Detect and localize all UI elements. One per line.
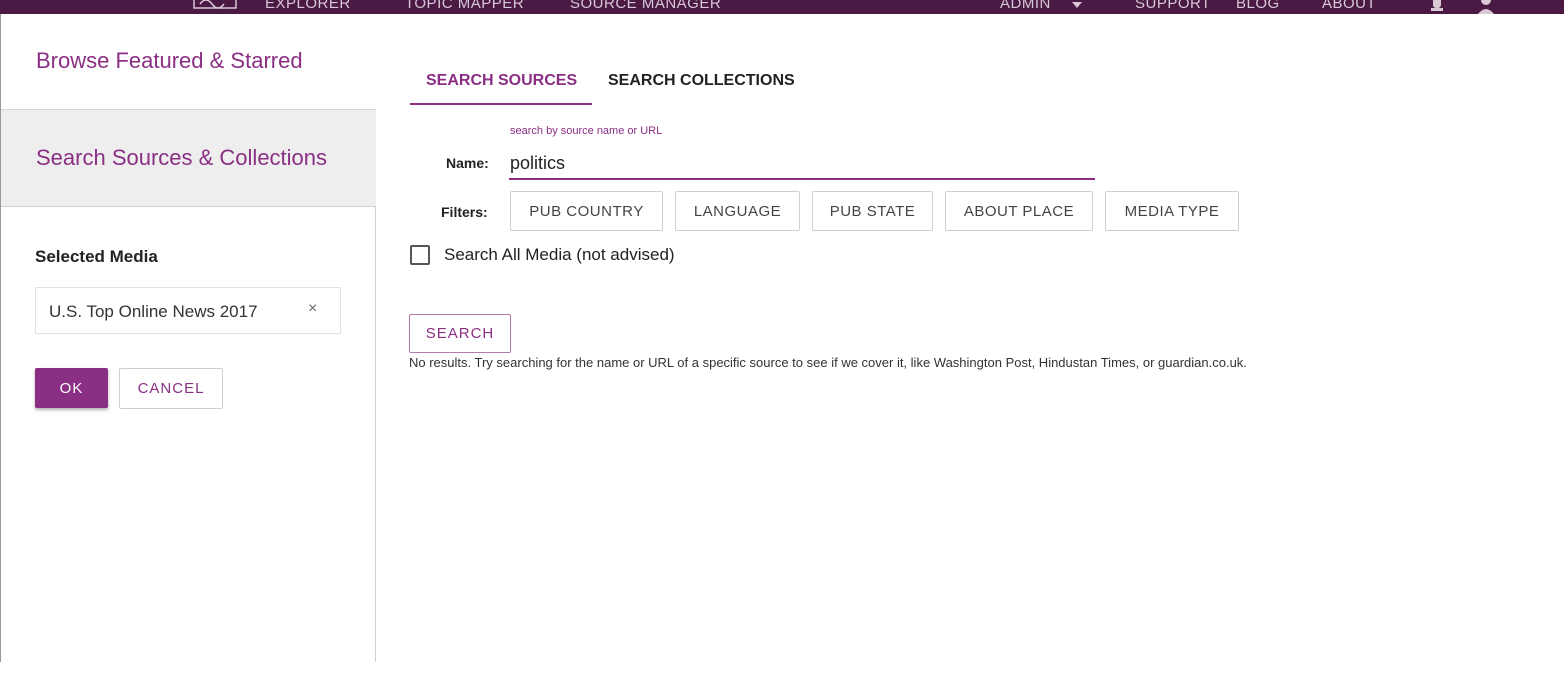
sidebar-item-label: Browse Featured & Starred [36,48,303,73]
sidebar-item-search-sources[interactable]: Search Sources & Collections [1,110,376,207]
name-field-hint: search by source name or URL [510,125,663,137]
selected-media-name: U.S. Top Online News 2017 [49,302,258,321]
selected-media-item: U.S. Top Online News 2017 × [35,287,341,334]
nav-explorer[interactable]: EXPLORER [265,0,351,12]
filter-pub-state-button[interactable]: PUB STATE [812,191,933,231]
filter-language-button[interactable]: LANGUAGE [675,191,800,231]
tab-search-collections[interactable]: SEARCH COLLECTIONS [608,72,795,90]
tab-search-sources[interactable]: SEARCH SOURCES [426,72,577,90]
nav-topic-mapper[interactable]: TOPIC MAPPER [405,0,524,12]
selected-media-heading: Selected Media [35,247,158,266]
top-nav-bar: EXPLORER TOPIC MAPPER SOURCE MANAGER ADM… [0,0,1564,14]
active-tab-indicator [410,103,592,105]
chevron-down-icon[interactable] [1072,2,1082,8]
name-label: Name: [446,155,489,171]
nav-admin[interactable]: ADMIN [1000,0,1051,12]
user-icon[interactable] [1476,0,1496,14]
sidebar-item-label: Search Sources & Collections [36,145,328,170]
nav-source-manager[interactable]: SOURCE MANAGER [570,0,721,12]
logo-icon[interactable] [192,0,238,12]
search-all-media-label[interactable]: Search All Media (not advised) [444,245,675,265]
filter-pub-country-button[interactable]: PUB COUNTRY [510,191,663,231]
filters-label: Filters: [441,204,488,220]
filter-about-place-button[interactable]: ABOUT PLACE [945,191,1093,231]
nav-blog[interactable]: BLOG [1236,0,1280,12]
name-search-input[interactable] [509,148,1095,180]
search-button[interactable]: SEARCH [409,314,511,353]
notification-icon[interactable] [1428,0,1446,14]
sidebar-item-browse-featured[interactable]: Browse Featured & Starred [1,14,376,110]
cancel-button[interactable]: CANCEL [119,368,223,409]
sidebar: Browse Featured & Starred Search Sources… [0,14,376,662]
search-all-media-checkbox[interactable] [410,245,430,265]
filter-media-type-button[interactable]: MEDIA TYPE [1105,191,1239,231]
no-results-message: No results. Try searching for the name o… [409,355,1247,370]
close-icon[interactable]: × [308,300,317,318]
ok-button[interactable]: OK [35,368,108,408]
nav-about[interactable]: ABOUT [1322,0,1376,12]
nav-support[interactable]: SUPPORT [1135,0,1211,12]
